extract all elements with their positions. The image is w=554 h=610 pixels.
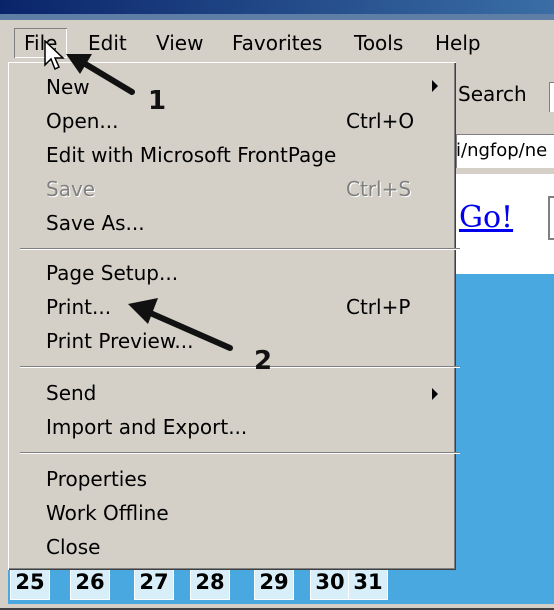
menu-item-page-setup[interactable]: Page Setup... — [46, 256, 178, 290]
menu-item-print[interactable]: Print... — [46, 290, 111, 324]
annotation-arrow-icon — [128, 298, 233, 351]
menu-separator — [20, 366, 460, 368]
menu-favorites[interactable]: Favorites — [222, 28, 332, 58]
shortcut-save: Ctrl+S — [346, 177, 412, 201]
annotation-label-1: 1 — [148, 86, 167, 116]
submenu-arrow-icon — [432, 80, 438, 92]
page-input-box[interactable] — [548, 196, 554, 240]
menu-item-edit-frontpage[interactable]: Edit with Microsoft FrontPage — [46, 138, 336, 172]
submenu-arrow-icon — [432, 388, 438, 400]
address-input[interactable]: i/ngfop/ne — [456, 134, 554, 168]
menu-separator — [20, 452, 460, 454]
menu-item-import-export[interactable]: Import and Export... — [46, 410, 247, 444]
toolbar-next-button[interactable] — [549, 82, 554, 112]
menu-item-save: Save — [46, 177, 96, 201]
menu-item-close[interactable]: Close — [46, 530, 100, 564]
menu-tools[interactable]: Tools — [344, 28, 413, 58]
go-link[interactable]: Go! — [459, 200, 513, 236]
menu-item-work-offline[interactable]: Work Offline — [46, 496, 169, 530]
shortcut-open: Ctrl+O — [346, 109, 415, 133]
menu-help[interactable]: Help — [425, 28, 491, 58]
annotation-label-2: 2 — [254, 346, 273, 376]
menu-item-properties[interactable]: Properties — [46, 462, 147, 496]
menu-separator — [20, 248, 460, 250]
shortcut-print: Ctrl+P — [346, 295, 411, 319]
menu-item-save-as[interactable]: Save As... — [46, 206, 145, 240]
menu-item-send[interactable]: Send — [46, 376, 96, 410]
title-bar — [0, 0, 554, 14]
search-button[interactable]: Search — [458, 80, 527, 108]
